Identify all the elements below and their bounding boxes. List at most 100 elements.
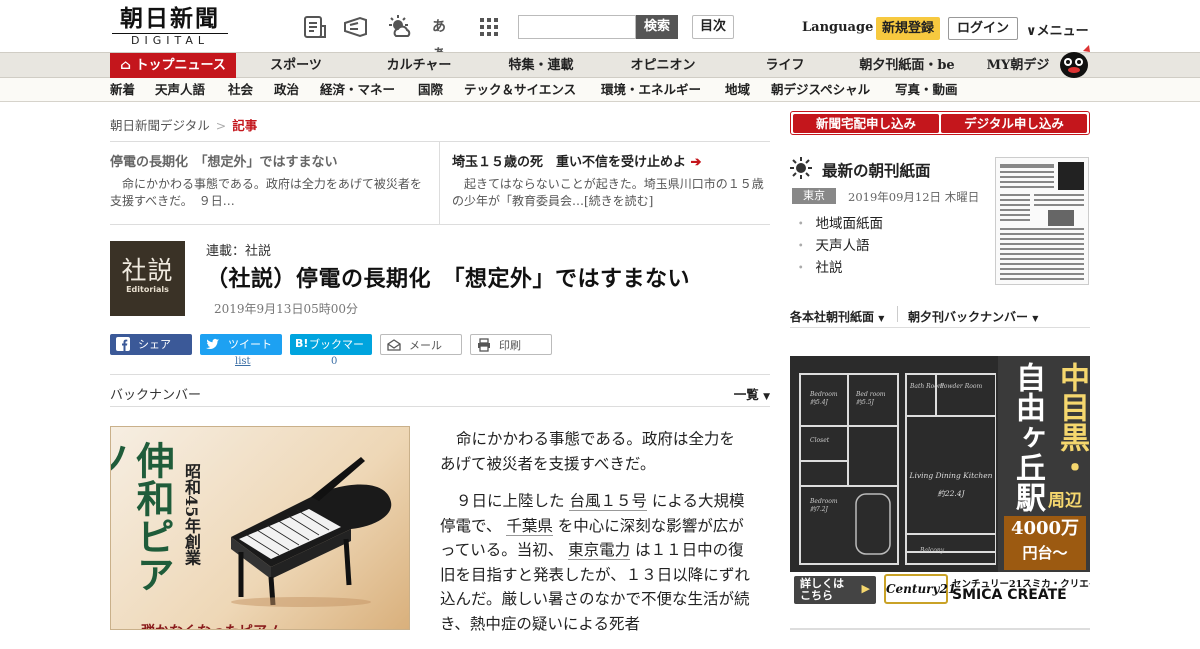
nav-top-news-label: トップニュース: [135, 58, 226, 73]
nav-my-asadigi[interactable]: MY朝デジ: [980, 53, 1056, 78]
nav2-item[interactable]: 朝デジスペシャル: [771, 78, 870, 101]
nav-top-news[interactable]: ⌂ トップニュース: [110, 53, 236, 78]
room-area: 約5.4J: [810, 398, 829, 406]
article-paragraph: 命にかかわる事態である。政府は全力をあげて被災者を支援すべきだ。: [440, 430, 735, 473]
newspaper-front-page-thumbnail[interactable]: [995, 157, 1089, 285]
edition-link[interactable]: ・天声人語: [794, 235, 883, 257]
room-label: Powder Room: [939, 383, 982, 390]
grid-icon[interactable]: [478, 14, 504, 40]
menu-label: メニュー: [1036, 24, 1089, 39]
register-button[interactable]: 新規登録: [876, 17, 940, 40]
keyword-link-typhoon[interactable]: 台風１５号: [569, 492, 647, 511]
piano-advertisement[interactable]: 伸和ピアノ 昭和45年創業 弾かなくなったピアノ: [110, 426, 410, 630]
nav2-item[interactable]: 国際: [418, 78, 443, 101]
facebook-share-button[interactable]: シェア: [110, 334, 192, 355]
article-date: 2019年9月13日05時00分: [214, 302, 358, 316]
newspaper-icon[interactable]: [301, 14, 327, 40]
nav2-item[interactable]: 環境・エネルギー: [601, 78, 701, 101]
keyword-link-tepco[interactable]: 東京電力: [568, 541, 631, 560]
print-icon: [477, 338, 491, 352]
backnumber-label-side: 朝夕刊バックナンバー: [908, 310, 1029, 324]
chevron-down-icon: ∨: [1026, 24, 1037, 39]
related-item[interactable]: 埼玉１５歳の死 重い不信を受け止めよ ➔ 起きてはならないことが起きた。埼玉県川…: [440, 141, 770, 225]
nav2-item[interactable]: テック＆サイエンス: [464, 78, 576, 101]
backnumber-bar: バックナンバー 一覧 ▼: [110, 374, 770, 407]
mascot-icon[interactable]: [1056, 43, 1092, 79]
mail-icon: [387, 338, 401, 352]
twitter-label: ツイート: [228, 338, 272, 351]
morning-edition-title[interactable]: 最新の朝刊紙面: [822, 159, 931, 181]
hatena-icon: B!: [295, 337, 309, 350]
series-label[interactable]: 連載：社説: [206, 240, 271, 259]
search-input[interactable]: [518, 15, 636, 39]
font-size-icon[interactable]: あぁ: [432, 14, 458, 61]
caret-down-icon: ▼: [763, 392, 770, 402]
regional-editions-dropdown[interactable]: 各本社朝刊紙面 ▼: [790, 308, 884, 325]
ad-price: 4000万: [1010, 518, 1080, 539]
breadcrumb-home[interactable]: 朝日新聞デジタル: [110, 118, 210, 133]
article-paragraph: ９日に上陸した 台風１５号 による大規模停電で、 千葉県 を中心に深刻な影響が広…: [440, 489, 750, 636]
ad-bottom: 弾かなくなったピアノ: [141, 621, 280, 629]
nav-culture[interactable]: カルチャー: [372, 53, 466, 78]
megaphone-icon[interactable]: [342, 14, 368, 40]
edition-link[interactable]: ・地域面紙面: [794, 213, 883, 235]
facebook-icon: [116, 337, 130, 351]
newspaper-subscribe-button[interactable]: 新聞宅配申し込み: [793, 114, 939, 133]
nav-sports[interactable]: スポーツ: [250, 53, 342, 78]
digital-subscribe-button[interactable]: デジタル申し込み: [941, 114, 1087, 133]
login-button[interactable]: ログイン: [948, 17, 1018, 40]
mail-button[interactable]: メール: [380, 334, 462, 355]
keyword-link-chiba[interactable]: 千葉県: [506, 516, 553, 536]
caret-down-icon: ▼: [1032, 313, 1039, 323]
edition-link-label: 地域面紙面: [815, 216, 884, 232]
related-summary: 起きてはならないことが起きた。埼玉県川口市の１５歳の少年が「教育委員会…[続きを…: [452, 177, 764, 208]
nav2-item[interactable]: 経済・マネー: [320, 78, 395, 101]
ad-detail-button[interactable]: 詳しくは こちら ▶: [794, 576, 876, 604]
arrow-right-icon: ➔: [690, 155, 702, 170]
divider: [897, 306, 898, 322]
editorial-thumbnail: 社説 Editorials: [110, 241, 185, 316]
twitter-share-button[interactable]: ツイート: [200, 334, 282, 355]
nav2-item[interactable]: 政治: [274, 78, 299, 101]
nav-life[interactable]: ライフ: [738, 53, 832, 78]
logo-jp: 朝日新聞: [120, 5, 220, 32]
language-link[interactable]: Language: [802, 20, 873, 35]
real-estate-advertisement[interactable]: Bedroom 約5.4J Bed room 約5.5J Closet Bedr…: [790, 356, 1090, 606]
room-label: Bedroom: [809, 391, 838, 398]
twitter-icon: [206, 337, 220, 351]
hatena-bookmark-button[interactable]: B! ブックマーク: [290, 334, 372, 372]
ad-station-a: 中目黒・: [1054, 362, 1089, 482]
nav2-item[interactable]: 天声人語: [155, 78, 205, 101]
ad-since: 昭和45年創業: [182, 463, 201, 566]
nav-features[interactable]: 特集・連載: [494, 53, 588, 78]
primary-nav: ⌂ トップニュース スポーツ カルチャー 特集・連載 オピニオン ライフ 朝夕刊…: [0, 45, 1200, 78]
backnumber-links: 各本社朝刊紙面 ▼ 朝夕刊バックナンバー ▼: [790, 300, 1090, 328]
thumb-sub: Editorials: [126, 285, 169, 294]
backnumber-dropdown[interactable]: 朝夕刊バックナンバー ▼: [908, 308, 1038, 325]
hatena-count[interactable]: 0: [331, 356, 337, 367]
twitter-list-link[interactable]: list: [235, 356, 251, 367]
weather-icon[interactable]: [386, 14, 412, 40]
floor-plan-illustration: Bedroom 約5.4J Bed room 約5.5J Closet Bedr…: [799, 373, 996, 565]
ad-surround: 周辺: [1048, 491, 1082, 511]
toc-button[interactable]: 目次: [692, 15, 734, 39]
backnumber-list-toggle[interactable]: 一覧 ▼: [734, 384, 770, 403]
nav-paper[interactable]: 朝夕刊紙面・be: [852, 53, 962, 78]
ad-detail-line: こちら: [800, 589, 833, 602]
print-button[interactable]: 印刷: [470, 334, 552, 355]
related-title-text: 埼玉１５歳の死 重い不信を受け止めよ: [452, 155, 687, 170]
edition-link-label: 天声人語: [815, 238, 870, 254]
nav2-item[interactable]: 新着: [110, 78, 135, 101]
related-item[interactable]: 停電の長期化 「想定外」ではすまない 命にかかわる事態である。政府は全力をあげて…: [110, 141, 440, 225]
search-button[interactable]: 検索: [636, 15, 678, 39]
menu-button[interactable]: ∨メニュー: [1026, 20, 1089, 39]
logo-en: DIGITAL: [112, 33, 228, 47]
asahi-digital-logo[interactable]: 朝日新聞 DIGITAL: [112, 6, 228, 48]
backnumber-list-label: 一覧: [733, 387, 759, 402]
nav-opinion[interactable]: オピニオン: [616, 53, 710, 78]
nav2-item[interactable]: 地域: [725, 78, 750, 101]
nav2-item[interactable]: 写真・動画: [895, 78, 958, 101]
bullet: ・: [794, 238, 808, 254]
edition-link[interactable]: ・社説: [794, 257, 883, 279]
nav2-item[interactable]: 社会: [228, 78, 253, 101]
